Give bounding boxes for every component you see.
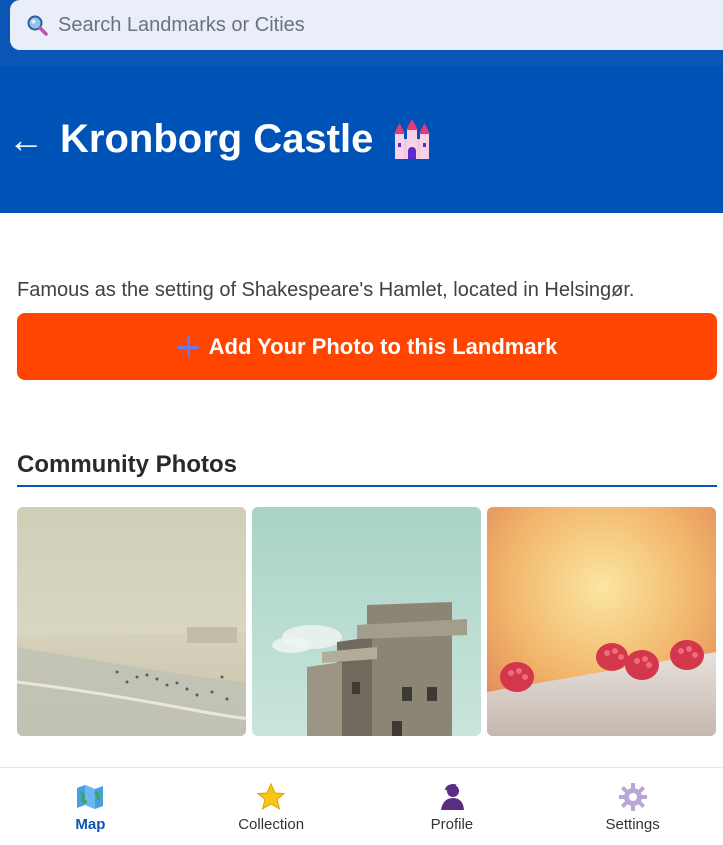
star-icon (256, 782, 286, 810)
profile-icon (440, 783, 464, 810)
photo-beach[interactable] (17, 507, 246, 736)
landmark-description: Famous as the setting of Shakespeare's H… (17, 279, 635, 301)
landmark-page: ← Kronborg Castle Famous as the setting … (0, 0, 723, 845)
search-input[interactable] (56, 12, 660, 38)
nav-label-map: Map (75, 815, 106, 833)
nav-label-collection: Collection (238, 815, 305, 833)
search-icon (26, 14, 48, 36)
nav-label-profile: Profile (430, 815, 474, 833)
community-photos-title: Community Photos (17, 451, 237, 478)
back-button[interactable]: ← (8, 121, 44, 158)
gear-icon (618, 782, 647, 811)
add-photo-label: Add Your Photo to this Landmark (208, 333, 558, 359)
bottom-nav: Map Collection Profile Settings (0, 767, 723, 845)
landmark-header: ← Kronborg Castle (0, 66, 723, 213)
nav-label-settings: Settings (605, 815, 660, 833)
castle-icon (391, 118, 433, 161)
nav-item-settings[interactable]: Settings (542, 768, 723, 845)
nav-item-map[interactable]: Map (0, 768, 181, 845)
photo-building[interactable] (252, 507, 481, 736)
nav-item-profile[interactable]: Profile (362, 768, 543, 845)
top-bar (0, 0, 723, 66)
nav-item-collection[interactable]: Collection (181, 768, 362, 845)
plus-icon (176, 335, 199, 358)
map-icon (77, 784, 104, 809)
page-title: Kronborg Castle (60, 117, 374, 161)
search-bar[interactable] (10, 0, 723, 50)
photo-raspberries[interactable] (487, 507, 716, 736)
section-divider (17, 485, 717, 487)
add-photo-button[interactable]: Add Your Photo to this Landmark (17, 313, 717, 380)
